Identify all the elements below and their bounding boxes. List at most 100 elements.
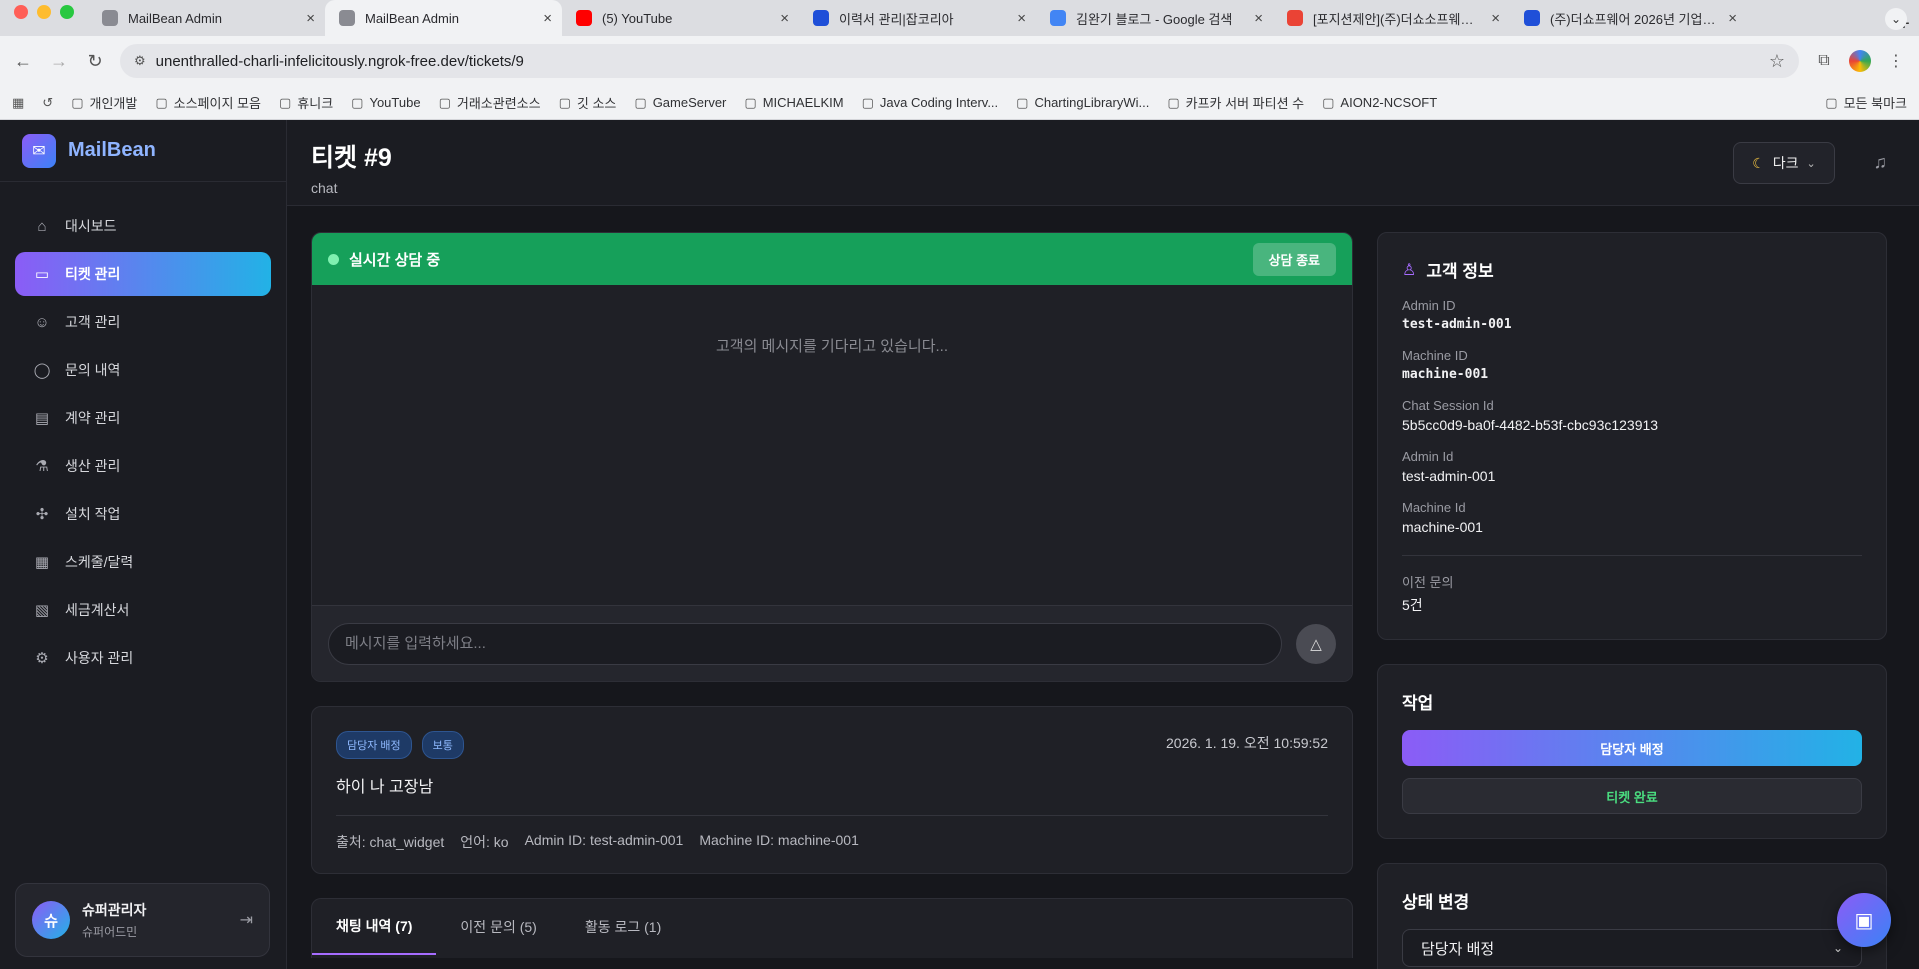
sidebar-item[interactable]: ⚙ 사용자 관리	[15, 636, 271, 680]
moon-icon: ☾	[1752, 154, 1765, 171]
apps-grid-icon[interactable]: ▦	[12, 95, 24, 111]
browser-tab[interactable]: [포지션제안](주)더쇼소프웨어에서 포 ×	[1273, 0, 1510, 36]
receipt-icon: ▧	[34, 602, 50, 619]
tab-search-chevron-icon[interactable]: ⌄	[1885, 8, 1907, 30]
all-bookmarks-button[interactable]: ▢ 모든 북마크	[1825, 93, 1907, 112]
browser-tab-bar: MailBean Admin × MailBean Admin × (5) YouTub…	[0, 0, 1919, 36]
bookmark-label: ChartingLibraryWi...	[1034, 95, 1150, 110]
bookmark-item[interactable]: ▢ Java Coding Interv...	[862, 95, 999, 111]
back-arrow-icon[interactable]: ←	[12, 51, 34, 72]
bookmark-item[interactable]: ▢ 소스페이지 모음	[155, 93, 261, 112]
message-input[interactable]	[328, 622, 1282, 665]
puzzle-icon: ✣	[35, 506, 49, 523]
folder-icon: ▢	[1322, 94, 1335, 110]
url-text: unenthralled-charli-infelicitously.ngrok…	[155, 52, 524, 70]
ticket-summary-card: 담당자 배정 보통 2026. 1. 19. 오전 10:59:52 하이 나 고…	[311, 706, 1353, 874]
bookmark-item[interactable]: ▢ MICHAELKIM	[744, 95, 843, 111]
close-window-button[interactable]	[14, 5, 28, 19]
sidebar-item[interactable]: ✣ 설치 작업	[15, 492, 271, 536]
history-icon[interactable]: ↺	[42, 95, 53, 111]
close-tab-icon[interactable]: ×	[543, 10, 552, 27]
avatar: 슈	[32, 901, 70, 939]
ticket-meta-item: 출처: chat_widget	[336, 834, 445, 850]
forward-arrow-icon[interactable]: →	[48, 51, 70, 72]
bookmark-item[interactable]: ▢ ChartingLibraryWi...	[1016, 95, 1149, 111]
sidebar-item[interactable]: ⌂ 대시보드	[15, 204, 271, 248]
sidebar-item[interactable]: ▦ 스케줄/달력	[15, 540, 271, 584]
sidebar: ✉ MailBean ⌂ 대시보드 ▭ 티켓 관리 ☺ 고객 관리 ◯ 문의 내역 ▤ 계약 관리…	[0, 120, 287, 969]
maximize-window-button[interactable]	[60, 5, 74, 19]
ticket-meta-item: 언어: ko	[460, 834, 509, 850]
complete-ticket-button[interactable]: 티켓 완료	[1402, 778, 1862, 814]
reload-icon[interactable]: ↻	[84, 51, 106, 72]
all-bookmarks-label: 모든 북마크	[1843, 96, 1907, 111]
browser-tab-label: 이력서 관리|잡코리아	[839, 11, 954, 27]
bookmark-item[interactable]: ▢ 깃 소스	[559, 93, 617, 112]
bell-icon[interactable]: ♫	[1874, 152, 1888, 173]
extensions-icon[interactable]: ⧉	[1813, 50, 1835, 72]
field-value: machine-001	[1402, 367, 1489, 382]
brand[interactable]: ✉ MailBean	[0, 120, 286, 182]
bookmark-item[interactable]: ▢ 휴니크	[279, 93, 333, 112]
end-chat-button[interactable]: 상담 종료	[1252, 242, 1336, 276]
customer-info-title: 고객 정보	[1426, 262, 1494, 281]
chat-icon: ▣	[1854, 909, 1874, 932]
bookmark-item[interactable]: ▢ YouTube	[351, 95, 420, 111]
browser-tab[interactable]: (5) YouTube ×	[562, 0, 799, 36]
theme-toggle-button[interactable]: ☾ 다크 ⌄	[1733, 142, 1835, 184]
user-icon: ♙	[1402, 261, 1417, 279]
calendar-icon: ▦	[34, 554, 50, 571]
ticket-tab[interactable]: 이전 문의 (5)	[436, 899, 560, 955]
close-tab-icon[interactable]: ×	[1728, 10, 1737, 27]
browser-tab-label: MailBean Admin	[365, 10, 459, 26]
send-button[interactable]: △	[1296, 623, 1336, 664]
sidebar-item[interactable]: ▭ 티켓 관리	[15, 252, 271, 296]
gmail-icon	[1287, 10, 1303, 26]
browser-tab[interactable]: 김완기 블로그 - Google 검색 ×	[1036, 0, 1273, 36]
close-tab-icon[interactable]: ×	[780, 10, 789, 27]
ticket-tab[interactable]: 활동 로그 (1)	[561, 899, 685, 955]
bookmark-item[interactable]: ▢ 개인개발	[71, 93, 137, 112]
field-label: Chat Session Id	[1402, 398, 1494, 413]
flask-icon: ⚗	[35, 458, 49, 475]
logout-icon[interactable]: ⇥	[240, 910, 253, 930]
assign-agent-button[interactable]: 담당자 배정	[1402, 730, 1862, 766]
bookmark-item[interactable]: ▢ 카프카 서버 파티션 수	[1167, 93, 1304, 112]
customer-field: Chat Session Id 5b5cc0d9-ba0f-4482-b53f-c…	[1402, 398, 1862, 433]
folder-icon: ▢	[438, 94, 451, 110]
profile-avatar[interactable]	[1849, 50, 1871, 72]
actions-title: 작업	[1402, 694, 1434, 713]
divider	[336, 815, 1328, 816]
site-info-icon[interactable]: ⚙	[134, 53, 146, 69]
chat-widget-button[interactable]: ▣	[1837, 893, 1891, 947]
globe-icon	[102, 10, 118, 26]
close-tab-icon[interactable]: ×	[1254, 10, 1263, 27]
browser-tab[interactable]: (주)더쇼프웨어 2026년 기업정보 ×	[1510, 0, 1747, 36]
bookmark-item[interactable]: ▢ 거래소관련소스	[439, 93, 541, 112]
jobkorea-icon	[813, 10, 829, 26]
sidebar-item[interactable]: ▤ 계약 관리	[15, 396, 271, 440]
minimize-window-button[interactable]	[37, 5, 51, 19]
bookmark-item[interactable]: ▢ GameServer	[634, 95, 726, 111]
browser-tab[interactable]: 이력서 관리|잡코리아 ×	[799, 0, 1036, 36]
page-title: 티켓 #9	[311, 144, 392, 172]
close-tab-icon[interactable]: ×	[1017, 10, 1026, 27]
status-select[interactable]: 담당자 배정 ⌄	[1402, 929, 1862, 967]
ticket-tab[interactable]: 채팅 내역 (7)	[312, 899, 437, 955]
address-bar[interactable]: ⚙ unenthralled-charli-infelicitously.ngr…	[120, 44, 1799, 78]
folder-icon: ▢	[351, 94, 364, 110]
sidebar-item[interactable]: ⚗ 생산 관리	[15, 444, 271, 488]
close-tab-icon[interactable]: ×	[306, 10, 315, 27]
sidebar-item-label: 계약 관리	[65, 410, 121, 426]
close-tab-icon[interactable]: ×	[1491, 10, 1500, 27]
sidebar-item[interactable]: ☺ 고객 관리	[15, 300, 271, 344]
sidebar-item-label: 티켓 관리	[65, 266, 121, 282]
bookmark-label: 거래소관련소스	[456, 96, 541, 111]
browser-menu-icon[interactable]: ⋮	[1885, 50, 1907, 72]
bookmark-item[interactable]: ▢ AION2-NCSOFT	[1322, 95, 1437, 111]
browser-tab[interactable]: MailBean Admin ×	[88, 0, 325, 36]
bookmark-star-icon[interactable]: ☆	[1769, 51, 1785, 72]
browser-tab[interactable]: MailBean Admin ×	[325, 0, 562, 36]
sidebar-item[interactable]: ◯ 문의 내역	[15, 348, 271, 392]
sidebar-item[interactable]: ▧ 세금계산서	[15, 588, 271, 632]
